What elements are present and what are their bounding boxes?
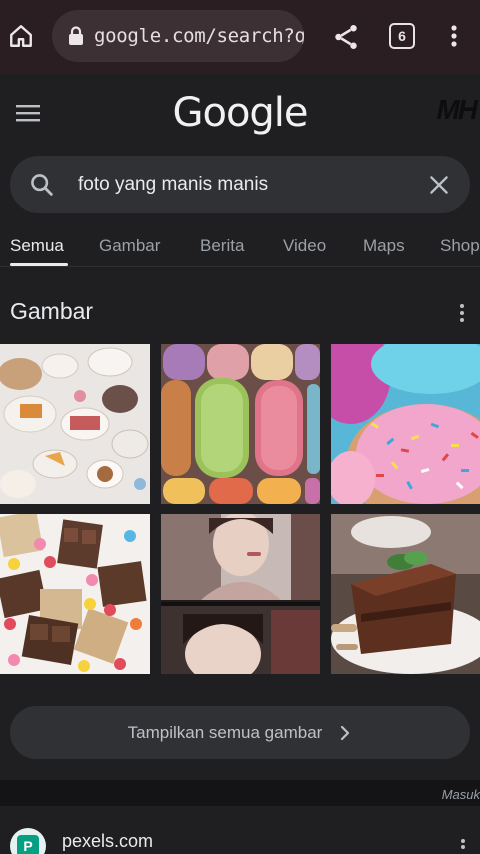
tab-berita[interactable]: Berita <box>200 236 244 256</box>
masuk-link[interactable]: Masuk <box>442 787 480 802</box>
image-chocolate-candies[interactable] <box>0 514 150 674</box>
url-text: google.com/search?q= <box>94 25 304 47</box>
watermark: MH <box>436 94 478 125</box>
home-icon[interactable] <box>6 20 36 52</box>
tab-semua[interactable]: Semua <box>10 236 64 256</box>
tab-switcher-button[interactable]: 6 <box>389 23 415 49</box>
tab-video[interactable]: Video <box>283 236 326 256</box>
image-desserts-table[interactable] <box>0 344 150 504</box>
google-header: Google MH <box>0 74 480 156</box>
footer-strip <box>0 780 480 806</box>
more-options-icon[interactable] <box>454 302 470 324</box>
tab-shop[interactable]: Shop <box>440 236 480 256</box>
image-chocolate-cake-slice[interactable] <box>331 514 480 674</box>
image-girl-selfie-collage[interactable] <box>161 514 320 674</box>
search-tabs: Semua Gambar Berita Video Maps Shop <box>0 228 480 268</box>
image-macarons[interactable] <box>161 344 320 504</box>
browser-menu-icon[interactable] <box>444 20 464 52</box>
lock-icon <box>68 24 84 48</box>
google-logo[interactable]: Google <box>0 90 480 136</box>
chevron-right-icon <box>338 724 352 742</box>
browser-toolbar: google.com/search?q= 6 <box>0 0 480 74</box>
search-box[interactable]: foto yang manis manis <box>10 156 470 213</box>
tab-maps[interactable]: Maps <box>363 236 405 256</box>
tab-count: 6 <box>398 28 406 44</box>
show-all-images-button[interactable]: Tampilkan semua gambar <box>10 706 470 759</box>
tab-gambar[interactable]: Gambar <box>99 236 160 256</box>
search-icon[interactable] <box>28 171 56 199</box>
tabs-divider <box>0 266 480 267</box>
address-bar[interactable]: google.com/search?q= <box>52 10 304 62</box>
images-section-title: Gambar <box>10 298 94 324</box>
clear-icon[interactable] <box>426 172 452 198</box>
result-more-icon[interactable] <box>458 838 468 854</box>
result-site-name[interactable]: pexels.com <box>62 831 153 852</box>
image-sprinkle-donut[interactable] <box>331 344 480 504</box>
show-all-label: Tampilkan semua gambar <box>127 722 323 742</box>
share-icon[interactable] <box>331 22 361 52</box>
favicon-letter: P <box>17 835 39 854</box>
search-input[interactable]: foto yang manis manis <box>78 174 426 196</box>
